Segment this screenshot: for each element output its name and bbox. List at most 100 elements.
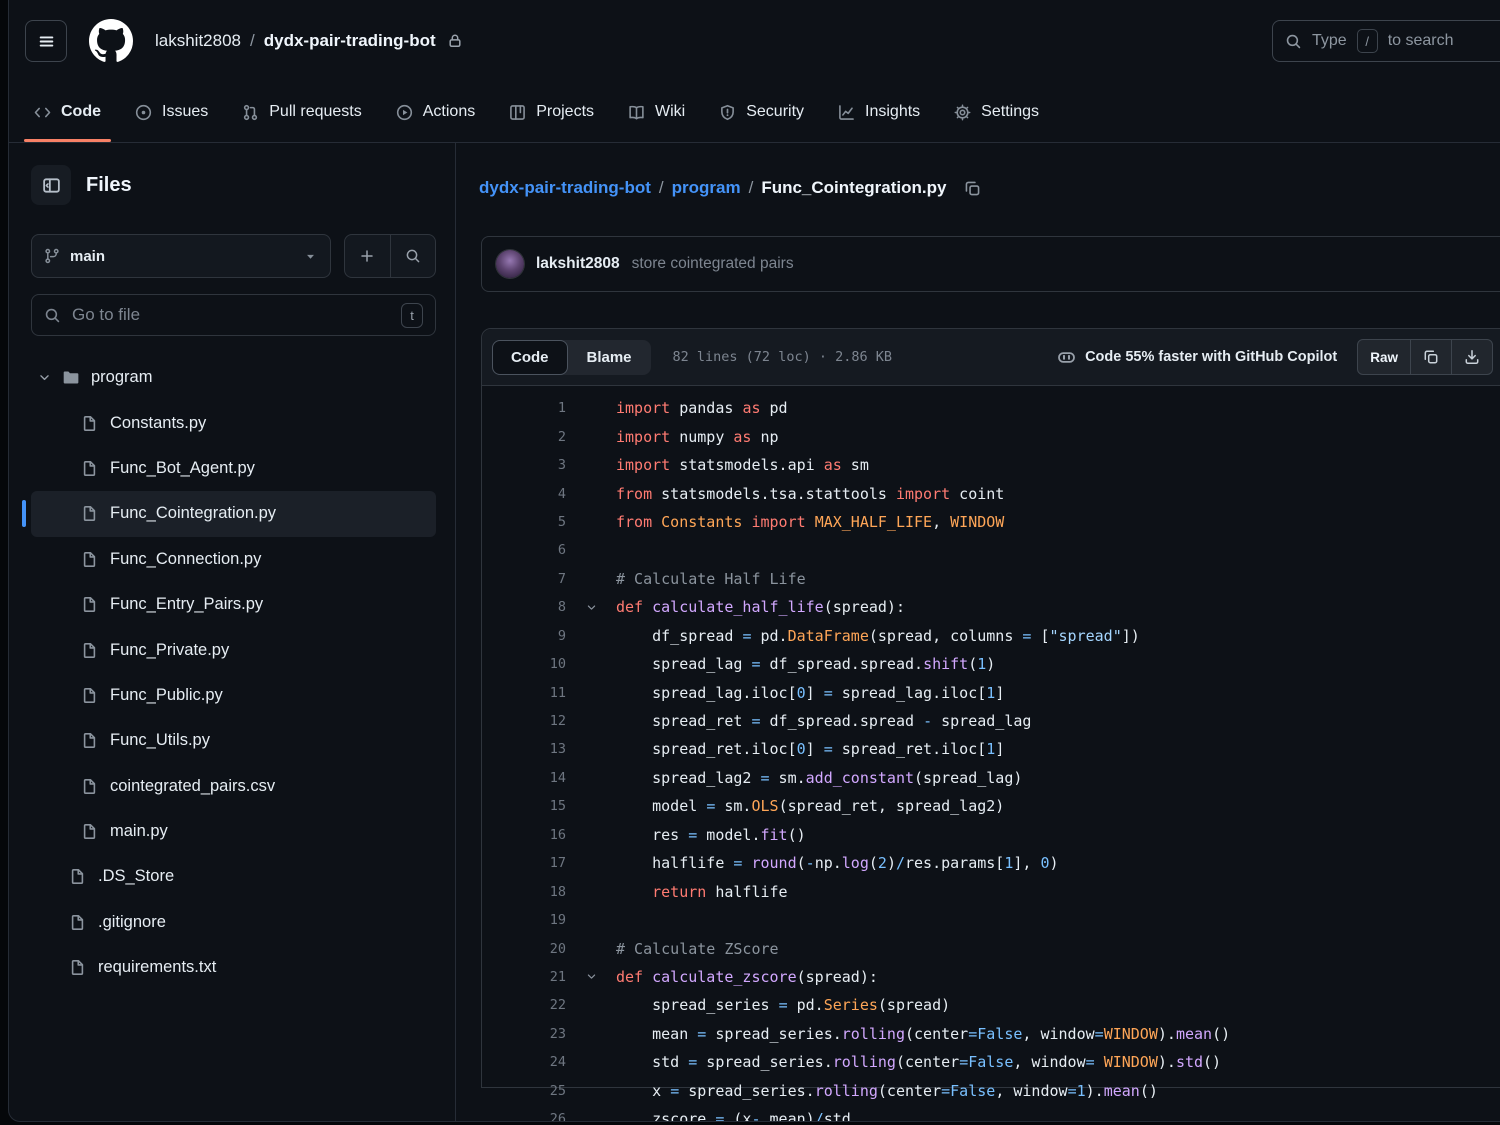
global-search-input[interactable]: Type / to search	[1272, 20, 1500, 62]
tree-file-func-public-py[interactable]: Func_Public.py	[31, 673, 436, 718]
tab-label: Projects	[536, 103, 594, 121]
breadcrumb-separator: /	[659, 178, 664, 198]
download-button[interactable]	[1451, 340, 1492, 374]
tree-file-gitignore[interactable]: .gitignore	[31, 900, 436, 945]
tab-wiki[interactable]: Wiki	[618, 82, 695, 142]
code-text: spread_lag.iloc[0] = spread_lag.iloc[1]	[616, 684, 1500, 702]
tab-settings[interactable]: Settings	[944, 82, 1049, 142]
collapse-sidebar-button[interactable]	[31, 165, 71, 205]
line-number[interactable]: 4	[482, 486, 566, 502]
code-line: 14 spread_lag2 = sm.add_constant(spread_…	[482, 764, 1500, 792]
line-number[interactable]: 15	[482, 798, 566, 814]
code-line: 10 spread_lag = df_spread.spread.shift(1…	[482, 650, 1500, 678]
breadcrumb-repo-link[interactable]: dydx-pair-trading-bot	[479, 178, 651, 198]
tree-file-func-private-py[interactable]: Func_Private.py	[31, 627, 436, 672]
tree-file-requirements-txt[interactable]: requirements.txt	[31, 945, 436, 990]
file-icon	[81, 687, 98, 704]
hamburger-menu-button[interactable]	[25, 20, 67, 62]
file-tree: programConstants.py Func_Bot_Agent.py Func…	[31, 355, 436, 990]
tab-pull-requests[interactable]: Pull requests	[232, 82, 372, 142]
line-number[interactable]: 6	[482, 542, 566, 558]
copilot-banner[interactable]: Code 55% faster with GitHub Copilot	[1057, 348, 1337, 367]
breadcrumb-repo[interactable]: dydx-pair-trading-bot	[264, 31, 436, 51]
fold-toggle[interactable]	[566, 970, 616, 983]
line-number[interactable]: 8	[482, 599, 566, 615]
branch-selector[interactable]: main	[31, 234, 331, 278]
line-number[interactable]: 5	[482, 514, 566, 530]
tree-item-label: Func_Bot_Agent.py	[110, 459, 255, 478]
line-number[interactable]: 13	[482, 741, 566, 757]
tree-file-ds-store[interactable]: .DS_Store	[31, 854, 436, 899]
line-number[interactable]: 11	[482, 685, 566, 701]
code-text: # Calculate Half Life	[616, 570, 1500, 588]
copy-path-button[interactable]	[964, 180, 981, 197]
tab-projects[interactable]: Projects	[499, 82, 604, 142]
commit-author[interactable]: lakshit2808	[536, 255, 620, 273]
tab-blame-view[interactable]: Blame	[568, 340, 651, 375]
gear-icon	[954, 104, 971, 121]
file-view-panel: Code Blame 82 lines (72 loc) · 2.86 KB C…	[481, 328, 1500, 1088]
github-logo[interactable]	[89, 19, 133, 63]
line-number[interactable]: 3	[482, 457, 566, 473]
breadcrumb-current-file: Func_Cointegration.py	[761, 178, 946, 198]
tree-file-main-py[interactable]: main.py	[31, 809, 436, 854]
line-number[interactable]: 20	[482, 941, 566, 957]
copy-file-button[interactable]	[1410, 340, 1451, 374]
code-text: model = sm.OLS(spread_ret, spread_lag2)	[616, 797, 1500, 815]
raw-button[interactable]: Raw	[1358, 340, 1410, 374]
tree-item-label: requirements.txt	[98, 958, 216, 977]
code-text: def calculate_half_life(spread):	[616, 598, 1500, 616]
line-number[interactable]: 21	[482, 969, 566, 985]
line-number[interactable]: 1	[482, 400, 566, 416]
line-number[interactable]: 10	[482, 656, 566, 672]
tab-code[interactable]: Code	[24, 82, 111, 142]
add-file-button[interactable]	[345, 235, 390, 277]
tree-file-cointegrated-pairs-csv[interactable]: cointegrated_pairs.csv	[31, 764, 436, 809]
file-icon	[81, 778, 98, 795]
latest-commit-bar[interactable]: lakshit2808 store cointegrated pairs	[481, 236, 1500, 292]
commit-message[interactable]: store cointegrated pairs	[632, 255, 794, 273]
line-number[interactable]: 17	[482, 855, 566, 871]
fold-toggle[interactable]	[566, 601, 616, 614]
code-line: 15 model = sm.OLS(spread_ret, spread_lag…	[482, 792, 1500, 820]
code-line: 16 res = model.fit()	[482, 821, 1500, 849]
code-text: import pandas as pd	[616, 399, 1500, 417]
t-key-badge: t	[401, 303, 423, 328]
tab-issues[interactable]: Issues	[125, 82, 218, 142]
tree-file-func-utils-py[interactable]: Func_Utils.py	[31, 718, 436, 763]
file-icon	[81, 551, 98, 568]
tree-file-func-bot-agent-py[interactable]: Func_Bot_Agent.py	[31, 446, 436, 491]
tab-security[interactable]: Security	[709, 82, 814, 142]
line-number[interactable]: 23	[482, 1026, 566, 1042]
breadcrumb-owner[interactable]: lakshit2808	[155, 31, 241, 51]
line-number[interactable]: 25	[482, 1083, 566, 1099]
tab-actions[interactable]: Actions	[386, 82, 485, 142]
line-number[interactable]: 14	[482, 770, 566, 786]
avatar[interactable]	[496, 250, 524, 278]
line-number[interactable]: 9	[482, 628, 566, 644]
tree-file-func-cointegration-py[interactable]: Func_Cointegration.py	[31, 491, 436, 536]
line-number[interactable]: 2	[482, 429, 566, 445]
tab-insights[interactable]: Insights	[828, 82, 930, 142]
tree-folder-program[interactable]: program	[31, 355, 436, 400]
tab-code-view[interactable]: Code	[492, 340, 568, 375]
line-number[interactable]: 22	[482, 997, 566, 1013]
tree-file-func-entry-pairs-py[interactable]: Func_Entry_Pairs.py	[31, 582, 436, 627]
code-text: spread_ret.iloc[0] = spread_ret.iloc[1]	[616, 740, 1500, 758]
line-number[interactable]: 26	[482, 1111, 566, 1122]
line-number[interactable]: 12	[482, 713, 566, 729]
search-tree-button[interactable]	[390, 235, 436, 277]
line-number[interactable]: 19	[482, 912, 566, 928]
line-number[interactable]: 24	[482, 1054, 566, 1070]
tree-file-constants-py[interactable]: Constants.py	[31, 400, 436, 445]
tree-file-func-connection-py[interactable]: Func_Connection.py	[31, 537, 436, 582]
breadcrumb-folder-link[interactable]: program	[672, 178, 741, 198]
chevron-down-icon	[303, 249, 318, 264]
files-title: Files	[86, 174, 132, 197]
line-number[interactable]: 16	[482, 827, 566, 843]
code-line: 9 df_spread = pd.DataFrame(spread, colum…	[482, 622, 1500, 650]
go-to-file-input[interactable]: Go to file t	[31, 294, 436, 336]
line-number[interactable]: 18	[482, 884, 566, 900]
line-number[interactable]: 7	[482, 571, 566, 587]
header-breadcrumb: lakshit2808 / dydx-pair-trading-bot	[155, 31, 463, 51]
